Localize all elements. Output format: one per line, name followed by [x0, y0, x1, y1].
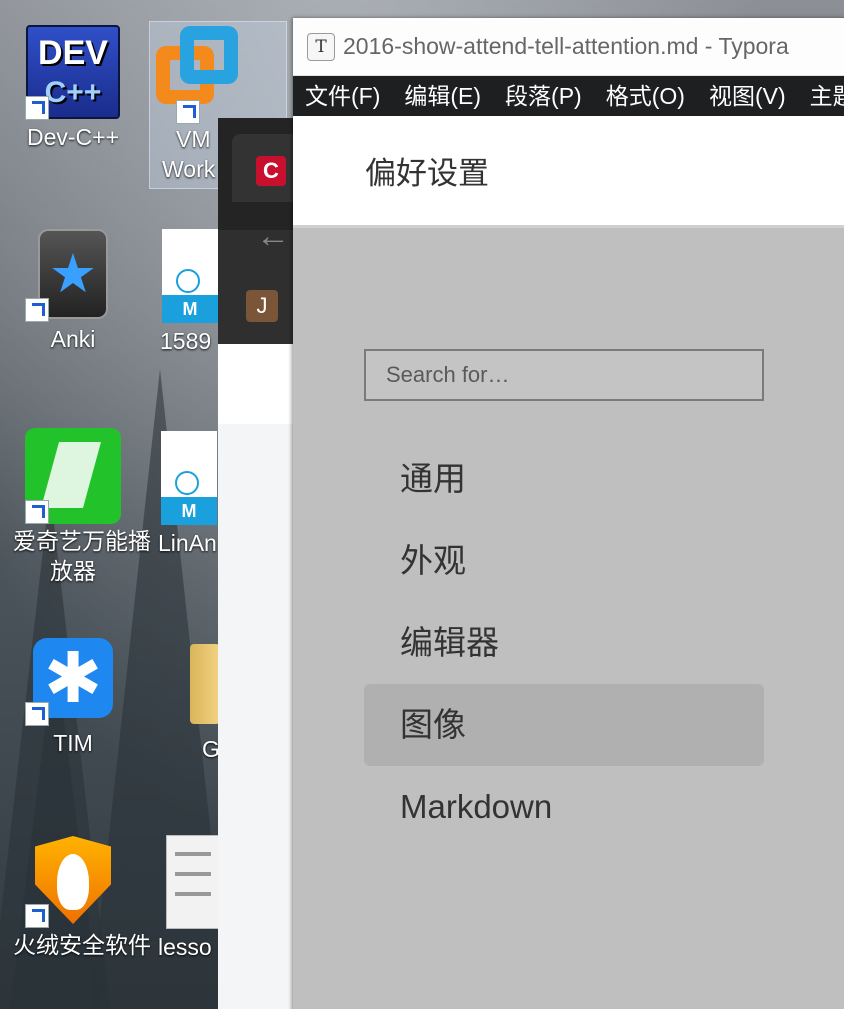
desktop-icon-label: 火绒安全软件 [13, 932, 151, 958]
shortcut-arrow-icon [25, 702, 49, 726]
desktop-icon-label: 放器 [50, 558, 96, 584]
desktop-icon-label: lesso [158, 934, 212, 960]
nav-item-general[interactable]: 通用 [364, 438, 764, 520]
shortcut-arrow-icon [25, 96, 49, 120]
window-titlebar[interactable]: T 2016-show-attend-tell-attention.md - T… [293, 18, 844, 76]
desktop-icon-iqiyi[interactable]: 爱奇艺万能播 放器 [13, 426, 151, 586]
menu-paragraph[interactable]: 段落(P) [505, 76, 582, 116]
markdown-file-icon: M [162, 229, 218, 323]
folder-icon [190, 644, 220, 724]
shortcut-arrow-icon [25, 904, 49, 928]
tab-favicon-icon: C [256, 156, 286, 186]
shortcut-arrow-icon [25, 298, 49, 322]
preferences-body: 通用 外观 编辑器 图像 Markdown [293, 228, 844, 1009]
shortcut-arrow-icon [176, 100, 200, 124]
search-input[interactable] [364, 349, 764, 401]
text-file-icon [166, 835, 220, 929]
typora-window[interactable]: T 2016-show-attend-tell-attention.md - T… [293, 18, 844, 1009]
desktop-icon-folder[interactable]: G [190, 634, 220, 764]
window-title: 2016-show-attend-tell-attention.md - Typ… [343, 33, 789, 59]
nav-item-editor[interactable]: 编辑器 [364, 602, 764, 684]
desktop-icon-lesson-file[interactable]: lesso [158, 832, 220, 962]
desktop-icon-label: TIM [53, 730, 93, 756]
menu-format[interactable]: 格式(O) [606, 76, 685, 116]
desktop-icon-label: 爱奇艺万能播 [13, 528, 151, 554]
back-arrow-icon[interactable]: ← [256, 218, 290, 254]
markdown-file-icon: M [161, 431, 217, 525]
page-title: 偏好设置 [365, 156, 489, 191]
extension-icon[interactable]: J [246, 290, 278, 322]
menu-file[interactable]: 文件(F) [305, 76, 380, 116]
desktop-icon-tim[interactable]: ✱ TIM [13, 628, 133, 758]
desktop-icon-file-1589[interactable]: M 1589 [160, 226, 220, 356]
desktop-icon-label: Work [162, 156, 216, 182]
menu-theme[interactable]: 主题(T) [810, 76, 844, 116]
desktop-icon-label: 1589 [160, 328, 212, 354]
desktop-icon-file-linan[interactable]: M LinAn [158, 428, 220, 558]
desktop-icon-huorong[interactable]: 火绒安全软件 [13, 830, 151, 960]
nav-item-markdown[interactable]: Markdown [364, 766, 764, 848]
preferences-header: 偏好设置 [293, 116, 844, 228]
menu-view[interactable]: 视图(V) [709, 76, 786, 116]
desktop-icon-anki[interactable]: ★ Anki [13, 224, 133, 354]
desktop-icon-dev-cpp[interactable]: DEV C++ Dev-C++ [13, 22, 133, 152]
typora-app-icon: T [307, 32, 335, 61]
menu-edit[interactable]: 编辑(E) [404, 76, 481, 116]
shortcut-arrow-icon [25, 500, 49, 524]
desktop-icon-label: LinAn [158, 530, 217, 556]
nav-item-appearance[interactable]: 外观 [364, 520, 764, 602]
desktop-icon-label: Dev-C++ [26, 124, 120, 150]
desktop-icon-label: G [202, 736, 220, 762]
preferences-nav: 通用 外观 编辑器 图像 Markdown [364, 438, 764, 848]
menu-bar: 文件(F) 编辑(E) 段落(P) 格式(O) 视图(V) 主题(T) [293, 76, 844, 116]
nav-item-image[interactable]: 图像 [364, 684, 764, 766]
desktop-icon-label: Anki [50, 326, 96, 352]
desktop-icon-label: VM [176, 126, 211, 152]
